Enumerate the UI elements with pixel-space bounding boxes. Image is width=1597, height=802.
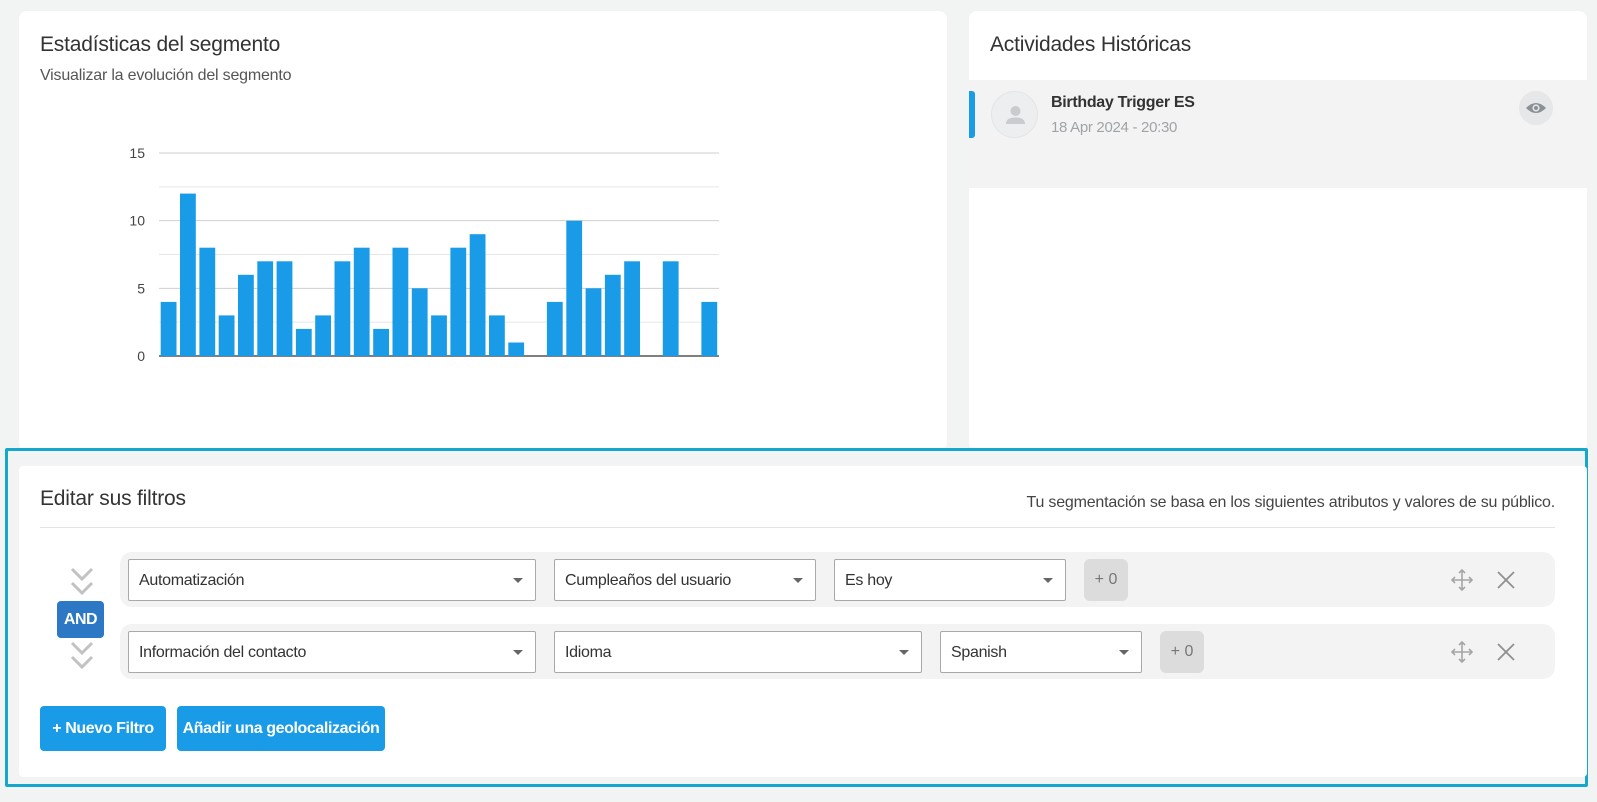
chart-bar[interactable] [411,288,428,356]
chevron-down-icon [70,567,94,596]
chart-bar[interactable] [546,301,563,356]
chart-bar[interactable] [469,234,486,356]
historical-activities-card: Actividades Históricas Birthday Trigger … [969,11,1587,451]
filter-attribute-select[interactable]: Cumpleaños del usuario [554,559,816,601]
move-icon[interactable] [1450,640,1474,664]
close-icon[interactable] [1494,640,1518,664]
select-value: Spanish [951,644,1007,661]
select-value: Es hoy [845,572,893,589]
user-avatar-icon [991,91,1038,138]
caret-down-icon [513,578,523,583]
chart-bar[interactable] [276,261,293,356]
chart-bar[interactable] [295,328,312,356]
caret-down-icon [793,578,803,583]
filters-description: Tu segmentación se basa en los siguiente… [1026,494,1555,511]
y-tick-label: 0 [137,348,145,364]
caret-down-icon [513,650,523,655]
chart-bar[interactable] [431,315,447,356]
chart-bar[interactable] [489,315,505,356]
chart-bar[interactable] [373,328,389,356]
move-icon[interactable] [1450,568,1474,592]
chart-bar[interactable] [508,342,525,357]
caret-down-icon [1119,650,1129,655]
select-value: Automatización [139,572,245,589]
y-tick-label: 15 [129,145,145,161]
view-activity-button[interactable] [1519,91,1553,125]
close-icon[interactable] [1494,568,1518,592]
chart-bar[interactable] [624,261,640,356]
new-filter-button[interactable]: + Nuevo Filtro [40,706,166,751]
activity-item[interactable]: Birthday Trigger ES 18 Apr 2024 - 20:30 [969,80,1587,188]
eye-icon [1526,103,1546,113]
chart-bar[interactable] [315,315,331,356]
filter-value-select[interactable]: Spanish [940,631,1142,673]
activity-date: 18 Apr 2024 - 20:30 [1051,119,1178,136]
filters-title: Editar sus filtros [40,487,186,510]
chart-bar[interactable] [585,288,602,356]
chart-bar[interactable] [566,220,583,356]
add-geolocation-button[interactable]: Añadir una geolocalización [177,706,385,751]
chevron-down-icon [70,641,94,670]
chart-bar[interactable] [604,274,621,356]
filter-row: Automatización Cumpleaños del usuario Es… [120,552,1555,607]
chart-bar[interactable] [353,247,370,356]
caret-down-icon [899,650,909,655]
chart-bar[interactable] [450,247,467,356]
select-value: Cumpleaños del usuario [565,572,731,589]
filter-row: Información del contacto Idioma Spanish … [120,624,1555,679]
activities-title: Actividades Históricas [990,33,1192,56]
filter-value-select[interactable]: Es hoy [834,559,1066,601]
chart-bar[interactable] [160,301,177,356]
chart-bar[interactable] [180,193,196,356]
activity-selected-indicator [969,91,975,138]
chart-bar[interactable] [392,247,409,356]
chart-bar[interactable] [701,301,718,356]
filter-category-select[interactable]: Automatización [128,559,536,601]
chart-bar[interactable] [334,261,351,356]
additional-values-badge[interactable]: + 0 [1084,559,1128,601]
y-tick-label: 5 [137,280,145,296]
filter-category-select[interactable]: Información del contacto [128,631,536,673]
caret-down-icon [1043,578,1053,583]
activity-name: Birthday Trigger ES [1051,94,1195,111]
chart-bar[interactable] [199,247,216,356]
additional-values-badge[interactable]: + 0 [1160,631,1204,673]
filter-attribute-select[interactable]: Idioma [554,631,922,673]
y-tick-label: 10 [129,213,145,229]
divider [40,527,1555,528]
select-value: Información del contacto [139,644,307,661]
edit-filters-card: Editar sus filtros Tu segmentación se ba… [19,466,1587,777]
chart-bar[interactable] [662,261,679,356]
segment-bar-chart: 0 5 10 15 [129,145,719,364]
chart-bar[interactable] [218,315,235,356]
select-value: Idioma [565,644,612,661]
chart-bar[interactable] [238,274,254,356]
segment-stats-card: Estadísticas del segmento Visualizar la … [19,11,947,451]
chart-bar[interactable] [257,261,274,356]
and-operator-badge[interactable]: AND [57,601,104,638]
